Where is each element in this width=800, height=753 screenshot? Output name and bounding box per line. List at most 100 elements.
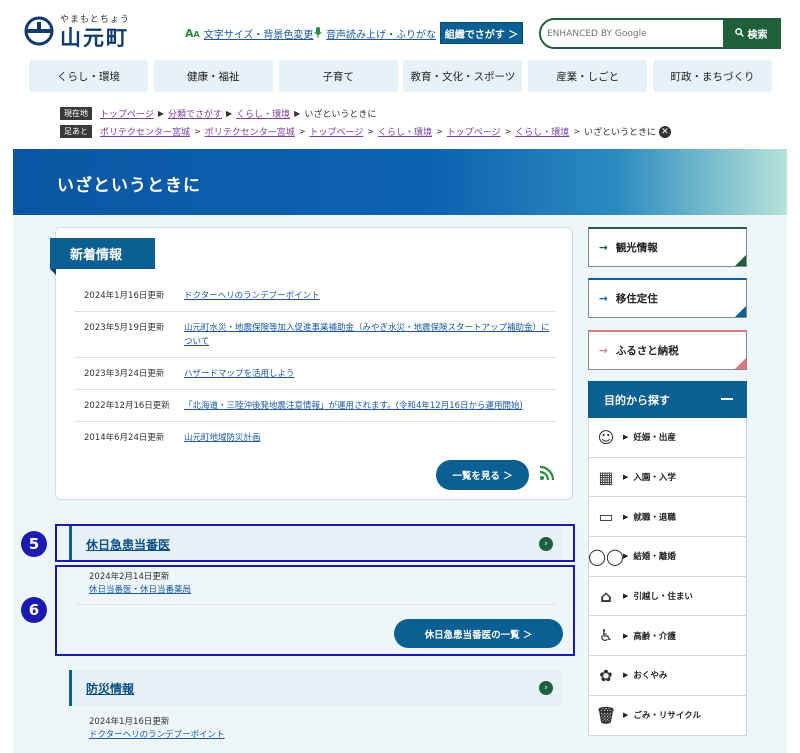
furusato-tax-link[interactable]: → ふるさと納税 [588,330,747,370]
purpose-item-marriage[interactable]: ◯◯ ▶ 結婚・離婚 [588,537,747,577]
news-more-button[interactable]: 一覧を見る ＞ [436,460,529,490]
arrow-right-icon: → [599,344,608,357]
arrow-right-icon: → [599,241,608,254]
org-search-button[interactable]: 組織でさがす ＞ [440,22,523,44]
site-search: 検索 [539,18,781,49]
collapse-icon [721,398,733,400]
news-link[interactable]: 「北海道・三陸沖後発地震注意情報」が運用されます。(令和4年12月16日から運用… [184,399,523,413]
global-nav: くらし・環境 健康・福祉 子育て 教育・文化・スポーツ 産業・しごと 町政・まち… [29,60,772,92]
footprint-link[interactable]: トップページ [447,125,501,138]
search-button-label: 検索 [747,30,768,41]
site-logo[interactable]: やまもとちょう 山元町 [24,12,130,49]
disaster-info-heading[interactable]: 防災情報 › [69,670,563,706]
purpose-heading[interactable]: 目的から探す [588,381,747,418]
purpose-item-label: 引越し・住まい [633,592,693,603]
news-link[interactable]: ハザードマップを活用しよう [184,367,295,381]
voice-link-label[interactable]: 音声読み上げ・ふりがな [326,26,436,41]
purpose-item-label: 高齢・介護 [633,631,676,642]
briefcase-icon: ▭ [598,507,614,527]
breadcrumb-link[interactable]: 分類でさがす [168,107,222,120]
voice-link[interactable]: 音声読み上げ・ふりがな [314,26,436,41]
purpose-item-label: ごみ・リサイクル [633,711,701,722]
rss-icon[interactable] [539,465,555,481]
highlight-box-5 [55,524,575,562]
purpose-item-housing[interactable]: ⌂ ▶ 引越し・住まい [588,576,747,617]
search-button[interactable]: 検索 [723,20,779,47]
nav-item-health[interactable]: 健康・福祉 [153,60,273,92]
marker-6: 6 [21,597,47,623]
furusato-tax-link-label: ふるさと納税 [615,345,679,357]
news-item: 2014年6月24日更新 山元町地域防災計画 [74,422,556,453]
purpose-item-label: 就職・退職 [633,512,676,523]
purpose-item-garbage[interactable]: 🗑 ▶ ごみ・リサイクル [588,695,747,736]
purpose-item-label: 入園・入学 [633,473,676,484]
disaster-entry: 2024年1月16日更新 ドクターヘリのランデブーポイント [89,716,225,742]
close-icon[interactable]: ✕ [658,125,671,138]
purpose-item-school[interactable]: ▦ ▶ 入園・入学 [588,457,747,498]
news-date: 2024年1月16日更新 [84,291,165,301]
rings-icon: ◯◯ [588,546,624,566]
footprint-link[interactable]: くらし・環境 [378,125,432,138]
text-size-link-label[interactable]: 文字サイズ・背景色変更 [204,26,314,41]
page-banner: いざというときに [13,149,787,215]
breadcrumb-link[interactable]: くらし・環境 [236,107,290,120]
disaster-entry-date: 2024年1月16日更新 [89,717,170,727]
footprint-trail: 足あと ポリテクセンター宮城 > ポリテクセンター宮城 > トップページ > くらし・… [60,125,671,138]
house-icon: ⌂ [600,586,612,606]
news-date: 2014年6月24日更新 [84,433,165,443]
footprint-link[interactable]: ポリテクセンター宮城 [205,125,295,138]
highlight-box-6 [55,565,575,656]
wheelchair-icon: ♿ [598,626,614,646]
chevron-right-icon: › [539,681,553,695]
purpose-item-employment[interactable]: ▭ ▶ 就職・退職 [588,497,747,538]
news-heading: 新着情報 [50,238,155,269]
news-link[interactable]: ドクターヘリのランデブーポイント [184,289,320,303]
trash-icon: 🗑 [595,705,617,725]
microphone-icon [314,26,322,41]
purpose-list: ☺ ▶ 妊娠・出産 ▦ ▶ 入園・入学 ▭ ▶ 就職・退職 ◯◯ ▶ 結婚・離婚 ⌂ ▶ … [588,418,747,736]
news-item: 2024年1月16日更新 ドクターヘリのランデブーポイント [74,280,556,312]
marker-5: 5 [21,531,47,557]
search-icon [734,27,744,40]
corner-mark [735,255,746,266]
arrow-right-icon: → [599,292,608,305]
news-link[interactable]: 山元町地域防災計画 [184,431,261,445]
nav-item-education[interactable]: 教育・文化・スポーツ [403,60,523,92]
news-list: 2024年1月16日更新 ドクターヘリのランデブーポイント 2023年5月19日… [74,280,556,453]
breadcrumb-link[interactable]: トップページ [100,107,154,120]
relocation-link[interactable]: → 移住定住 [588,278,747,318]
news-heading-fold [50,269,56,275]
town-emblem-icon [24,16,54,46]
news-item: 2023年5月19日更新 山元町水災・地震保険等加入促進事業補助金（みやぎ水災・… [74,312,556,358]
news-link[interactable]: 山元町水災・地震保険等加入促進事業補助金（みやぎ水災・地震保険スタートアップ補助… [184,321,556,349]
tourism-link[interactable]: → 観光情報 [588,227,747,267]
footprint-current: いざというときに [583,128,656,138]
disaster-info-title[interactable]: 防災情報 [86,680,134,697]
footprint-link[interactable]: トップページ [309,125,363,138]
breadcrumb: 現在地 トップページ ▶ 分類でさがす ▶ くらし・環境 ▶ いざというときに [60,107,376,120]
footprint-link[interactable]: くらし・環境 [515,125,569,138]
footprint-tag: 足あと [60,125,92,138]
nav-item-town[interactable]: 町政・まちづくり [652,60,772,92]
relocation-link-label: 移住定住 [615,293,658,305]
footprint-link[interactable]: ポリテクセンター宮城 [100,125,190,138]
news-item: 2022年12月16日更新 「北海道・三陸沖後発地震注意情報」が運用されます。(… [74,390,556,422]
nav-item-living[interactable]: くらし・環境 [29,60,148,92]
purpose-item-label: 結婚・離婚 [633,552,676,563]
breadcrumb-tag: 現在地 [60,107,92,120]
disaster-entry-link[interactable]: ドクターヘリのランデブーポイント [89,730,225,740]
font-size-icon: AA [185,27,200,40]
purpose-item-label: おくやみ [633,671,668,682]
news-date: 2022年12月16日更新 [84,401,170,411]
page-title: いざというときに [57,176,201,196]
text-size-link[interactable]: AA 文字サイズ・背景色変更 [185,26,313,41]
purpose-item-pregnancy[interactable]: ☺ ▶ 妊娠・出産 [588,418,747,458]
purpose-item-elderly[interactable]: ♿ ▶ 高齢・介護 [588,616,747,657]
nav-item-childcare[interactable]: 子育て [278,60,398,92]
nav-item-industry[interactable]: 産業・しごと [528,60,648,92]
purpose-item-condolence[interactable]: ✿ ▶ おくやみ [588,656,747,696]
news-item: 2023年3月24日更新 ハザードマップを活用しよう [74,358,556,390]
logo-name: 山元町 [60,26,129,50]
corner-mark [735,358,746,369]
search-input[interactable] [541,20,723,47]
